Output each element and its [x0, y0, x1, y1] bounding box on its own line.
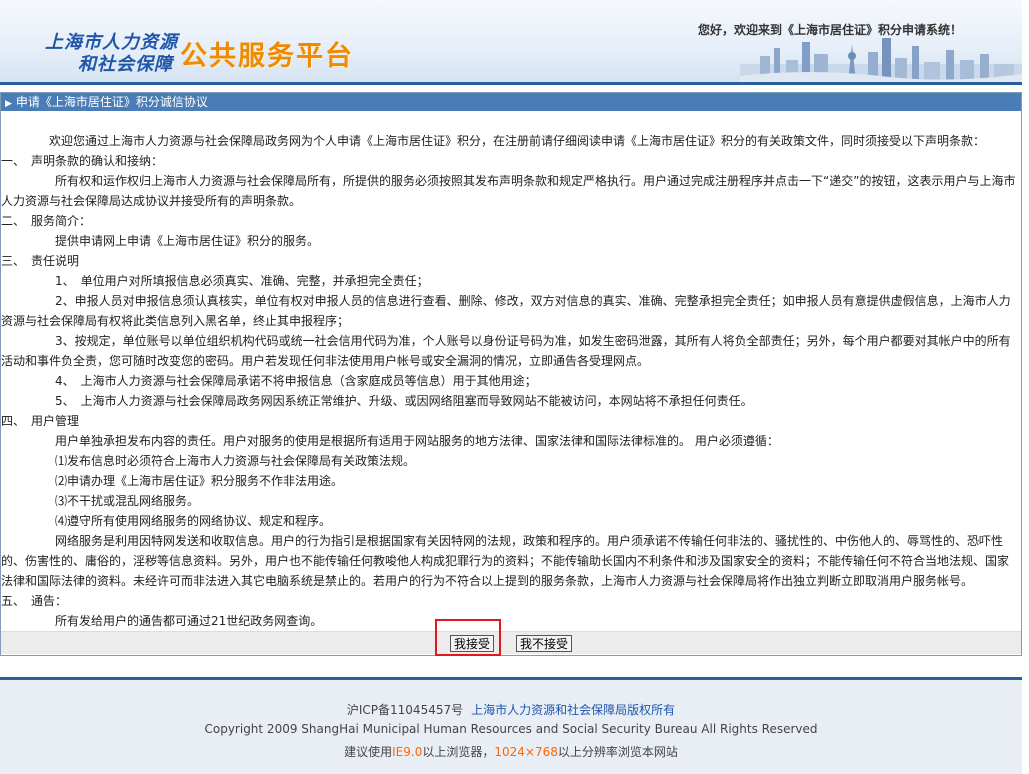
section-1-text: 所有权和运作权归上海市人力资源与社会保障局所有，所提供的服务必须按照其发布声明条… [1, 174, 1016, 208]
agreement-panel: ▶ 申请《上海市居住证》积分诚信协议 欢迎您通过上海市人力资源与社会保障局政务网为… [0, 92, 1022, 656]
footer-browser-note: 建议使用IE9.0以上浏览器，1024×768以上分辨率浏览本网站 [0, 743, 1022, 760]
accept-button-highlight [435, 619, 501, 656]
section-4-text-2: 网络服务是利用因特网发送和收取信息。用户的行为指引是根据国家有关因特网的法规，政… [1, 534, 1010, 588]
city-skyline-image [740, 38, 1022, 82]
section-5-text: 所有发给用户的通告都可通过21世纪政务网查询。 [55, 614, 323, 628]
section-3-item-5: 5、 上海市人力资源与社会保障局政务网因系统正常维护、升级、或因网络阻塞而导致网… [55, 394, 753, 408]
site-header: 上海市人力资源 和社会保障 公共服务平台 您好，欢迎来到《上海市居住证》积分申请… [0, 0, 1022, 85]
section-2-title: 二、 服务简介： [1, 214, 92, 228]
section-3-title: 三、 责任说明 [1, 254, 80, 268]
section-3-item-1: 1、 单位用户对所填报信息必须真实、准确、完整，并承担完全责任； [55, 274, 429, 288]
browser-note-prefix: 建议使用 [344, 745, 393, 759]
section-4-item-2: ⑵申请办理《上海市居住证》积分服务不作非法用途。 [55, 474, 344, 488]
section-1-title: 一、 声明条款的确认和接纳： [1, 154, 164, 168]
copyright-owner-link[interactable]: 上海市人力资源和社会保障局版权所有 [471, 703, 675, 717]
section-4-item-3: ⑶不干扰或混乱网络服务。 [55, 494, 200, 508]
section-5-title: 五、 通告： [1, 594, 68, 608]
footer-icp-line: 沪ICP备11045457号 上海市人力资源和社会保障局版权所有 [0, 701, 1022, 718]
section-2-text: 提供申请网上申请《上海市居住证》积分的服务。 [55, 234, 320, 248]
footer-copyright: Copyright 2009 ShangHai Municipal Human … [204, 722, 818, 736]
section-4-text: 用户单独承担发布内容的责任。用户对服务的使用是根据所有适用于网站服务的地方法律、… [55, 434, 779, 448]
logo-platform: 公共服务平台 [180, 41, 354, 72]
browser-note-suffix: 以上分辨率浏览本网站 [557, 745, 678, 759]
section-4-item-4: ⑷遵守所有使用网络服务的网络协议、规定和程序。 [55, 514, 332, 528]
browser-resolution: 1024×768 [494, 745, 558, 759]
browser-note-mid: 以上浏览器， [422, 745, 495, 759]
section-3-item-2: 2、申报人员对申报信息须认真核实，单位有权对申报人员的信息进行查看、删除、修改，… [1, 294, 1011, 328]
panel-title-bar: ▶ 申请《上海市居住证》积分诚信协议 [1, 93, 1021, 111]
button-row: 我接受 我不接受 [1, 631, 1021, 654]
logo-line2: 和社会保障 [78, 54, 173, 75]
icp-number: 沪ICP备11045457号 [346, 703, 464, 717]
section-4-item-1: ⑴发布信息时必须符合上海市人力资源与社会保障局有关政策法规。 [55, 454, 416, 468]
browser-ie: IE9.0 [392, 745, 423, 759]
section-4-title: 四、 用户管理 [1, 414, 80, 428]
site-footer: 沪ICP备11045457号 上海市人力资源和社会保障局版权所有 Copyrigh… [0, 680, 1022, 774]
agreement-text: 欢迎您通过上海市人力资源与社会保障局政务网为个人申请《上海市居住证》积分，在注册… [1, 111, 1021, 631]
section-3-item-3: 3、按规定，单位账号以单位组织机构代码或统一社会信用代码为准，个人账号以身份证号… [1, 334, 1011, 368]
triangle-right-icon: ▶ [5, 99, 12, 109]
reject-button[interactable]: 我不接受 [516, 635, 573, 652]
panel-title: 申请《上海市居住证》积分诚信协议 [15, 95, 208, 109]
section-3-item-4: 4、 上海市人力资源与社会保障局承诺不将申报信息（含家庭成员等信息）用于其他用途… [55, 374, 537, 388]
intro-paragraph: 欢迎您通过上海市人力资源与社会保障局政务网为个人申请《上海市居住证》积分，在注册… [49, 134, 986, 148]
